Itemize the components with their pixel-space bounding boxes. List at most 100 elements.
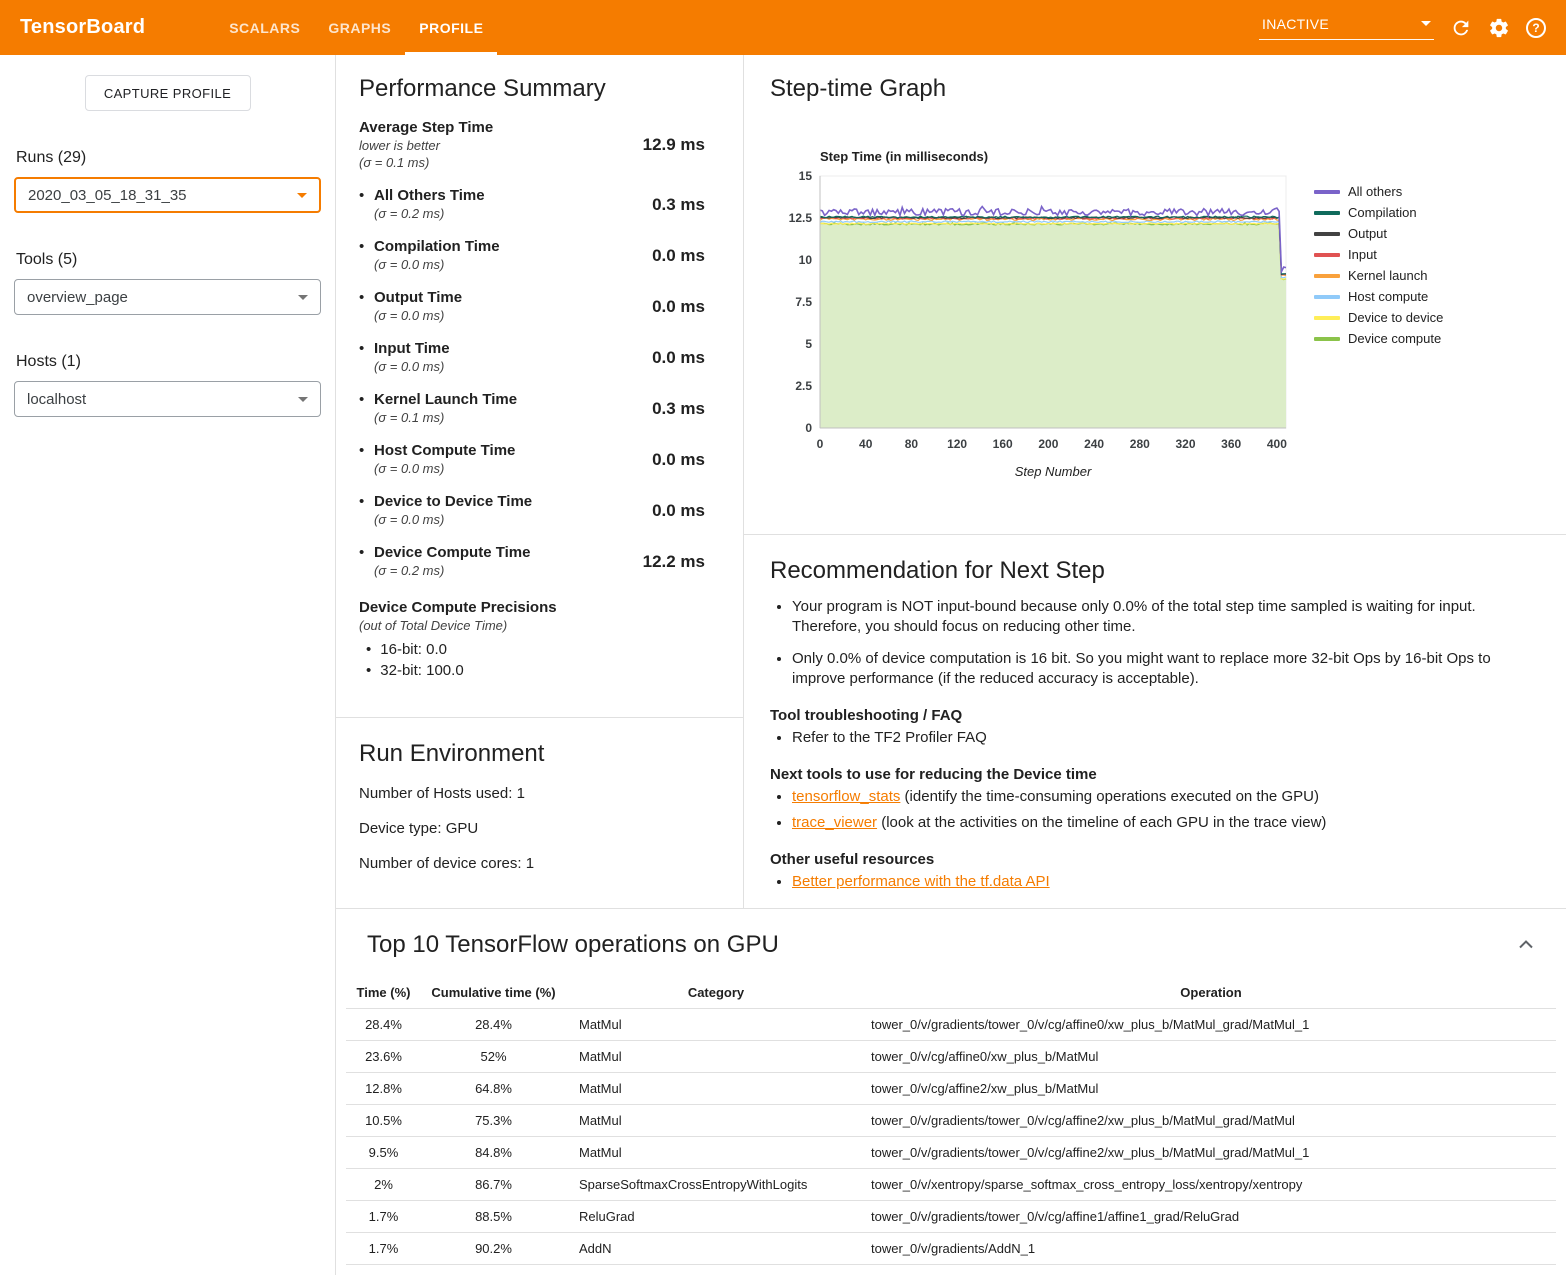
svg-text:80: 80 [905, 437, 919, 451]
tab-scalars[interactable]: SCALARS [215, 0, 314, 55]
table-cell: tower_0/v/gradients/tower_0/v/cg/affine2… [866, 1105, 1556, 1137]
precisions-list: 16-bit: 0.0 32-bit: 100.0 [359, 641, 705, 679]
metric-value: 12.9 ms [643, 135, 705, 155]
table-cell: 28.4% [346, 1009, 421, 1041]
metric-left: •Host Compute Time(σ = 0.0 ms) [359, 442, 515, 477]
capture-profile-button[interactable]: CAPTURE PROFILE [85, 75, 251, 111]
svg-text:240: 240 [1084, 437, 1104, 451]
trace-viewer-link[interactable]: trace_viewer [792, 814, 877, 831]
help-button[interactable]: ? [1526, 18, 1546, 38]
table-cell: MatMul [566, 1041, 866, 1073]
legend-swatch [1314, 274, 1340, 278]
metric-left: •Input Time(σ = 0.0 ms) [359, 340, 450, 375]
hosts-select-value: localhost [27, 391, 86, 408]
svg-text:280: 280 [1130, 437, 1150, 451]
column-header-category: Category [566, 977, 866, 1009]
metric-sigma: (σ = 0.0 ms) [374, 257, 500, 273]
metric-value: 0.3 ms [652, 195, 705, 215]
hosts-select[interactable]: localhost [14, 381, 321, 417]
table-cell: 75.3% [421, 1105, 566, 1137]
table-cell: 9.5% [346, 1137, 421, 1169]
step-time-graph-section: Step-time Graph Step Time (in millisecon… [744, 55, 1566, 535]
other-resources-heading: Other useful resources [770, 851, 1526, 868]
metric-text: All Others Time(σ = 0.2 ms) [374, 187, 485, 222]
table-cell: 23.6% [346, 1041, 421, 1073]
settings-button[interactable] [1488, 17, 1510, 39]
legend-swatch [1314, 253, 1340, 257]
column-header-time: Time (%) [346, 977, 421, 1009]
metric-name: Device to Device Time [374, 493, 532, 511]
metric-left: •Device Compute Time(σ = 0.2 ms) [359, 544, 530, 579]
tab-graphs[interactable]: GRAPHS [314, 0, 405, 55]
performance-summary-title: Performance Summary [359, 75, 705, 103]
table-cell: tower_0/v/xentropy/sparse_softmax_cross_… [866, 1169, 1556, 1201]
table-row: 1.7%88.5%ReluGradtower_0/v/gradients/tow… [346, 1201, 1556, 1233]
svg-text:0: 0 [817, 437, 824, 451]
table-row: 12.8%64.8%MatMultower_0/v/cg/affine2/xw_… [346, 1073, 1556, 1105]
step-time-chart-block: Step Time (in milliseconds) 02.557.51012… [770, 149, 1536, 480]
table-cell: 28.4% [421, 1009, 566, 1041]
refresh-icon [1450, 17, 1472, 39]
table-cell: MatMul [566, 1105, 866, 1137]
metric-sigma: (σ = 0.0 ms) [374, 308, 462, 324]
svg-text:360: 360 [1221, 437, 1241, 451]
collapse-section-button[interactable] [1512, 931, 1540, 958]
legend-swatch [1314, 211, 1340, 215]
help-icon: ? [1526, 18, 1546, 38]
metric-value: 0.0 ms [652, 348, 705, 368]
tab-profile[interactable]: PROFILE [405, 0, 497, 55]
metric-sigma: (σ = 0.0 ms) [374, 512, 532, 528]
metric-name: All Others Time [374, 187, 485, 205]
tools-select[interactable]: overview_page [14, 279, 321, 315]
tool-item-description: (identify the time-consuming operations … [900, 788, 1319, 805]
table-cell: 90.2% [421, 1233, 566, 1265]
table-cell: 52% [421, 1041, 566, 1073]
runs-select-value: 2020_03_05_18_31_35 [28, 187, 187, 204]
tfdata-performance-link[interactable]: Better performance with the tf.data API [792, 873, 1050, 890]
bullet-icon: • [359, 391, 374, 426]
metric-left: •Output Time(σ = 0.0 ms) [359, 289, 462, 324]
metric-sigma: (σ = 0.1 ms) [359, 155, 493, 171]
precision-item: 32-bit: 100.0 [359, 662, 705, 679]
metric-sigma: (σ = 0.1 ms) [374, 410, 517, 426]
status-dropdown[interactable]: INACTIVE [1259, 16, 1434, 40]
metric-name: Input Time [374, 340, 450, 358]
table-cell: tower_0/v/gradients/tower_0/v/cg/affine0… [866, 1009, 1556, 1041]
table-cell: tower_0/v/cg/affine2/xw_plus_b/MatMul [866, 1073, 1556, 1105]
summary-metric-row: •Device Compute Time(σ = 0.2 ms) 12.2 ms [359, 544, 705, 579]
svg-text:0: 0 [805, 421, 812, 435]
svg-text:15: 15 [799, 169, 813, 183]
step-time-graph-title: Step-time Graph [770, 75, 1536, 103]
metric-value: 0.3 ms [652, 399, 705, 419]
metric-text: Device Compute Time(σ = 0.2 ms) [374, 544, 530, 579]
summary-metric-list: •All Others Time(σ = 0.2 ms)0.3 ms•Compi… [359, 187, 705, 579]
metric-value: 12.2 ms [643, 552, 705, 572]
legend-item: Compilation [1314, 202, 1443, 223]
table-cell: 12.8% [346, 1073, 421, 1105]
svg-text:160: 160 [993, 437, 1013, 451]
runs-select[interactable]: 2020_03_05_18_31_35 [14, 177, 321, 213]
table-cell: 64.8% [421, 1073, 566, 1105]
run-environment-section: Run Environment Number of Hosts used: 1D… [336, 718, 743, 908]
summary-metric-row: •Device to Device Time(σ = 0.0 ms)0.0 ms [359, 493, 705, 528]
run-environment-title: Run Environment [359, 740, 719, 768]
precision-item: 16-bit: 0.0 [359, 641, 705, 658]
svg-text:2.5: 2.5 [795, 379, 812, 393]
metric-name: Average Step Time [359, 119, 493, 137]
bullet-icon: • [359, 187, 374, 222]
summary-metric-row: •Compilation Time(σ = 0.0 ms)0.0 ms [359, 238, 705, 273]
legend-item: Input [1314, 244, 1443, 265]
legend-item: Device to device [1314, 307, 1443, 328]
legend-label: Output [1348, 226, 1387, 241]
recommendation-title: Recommendation for Next Step [770, 557, 1526, 585]
tensorflow-stats-link[interactable]: tensorflow_stats [792, 788, 900, 805]
table-row: 28.4%28.4%MatMultower_0/v/gradients/towe… [346, 1009, 1556, 1041]
refresh-button[interactable] [1450, 17, 1472, 39]
table-row: 1.7%90.2%AddNtower_0/v/gradients/AddN_1 [346, 1233, 1556, 1265]
legend-label: Device to device [1348, 310, 1443, 325]
legend-label: Host compute [1348, 289, 1428, 304]
svg-text:320: 320 [1175, 437, 1195, 451]
svg-text:200: 200 [1038, 437, 1058, 451]
bullet-icon: • [359, 289, 374, 324]
metric-text: Device to Device Time(σ = 0.0 ms) [374, 493, 532, 528]
